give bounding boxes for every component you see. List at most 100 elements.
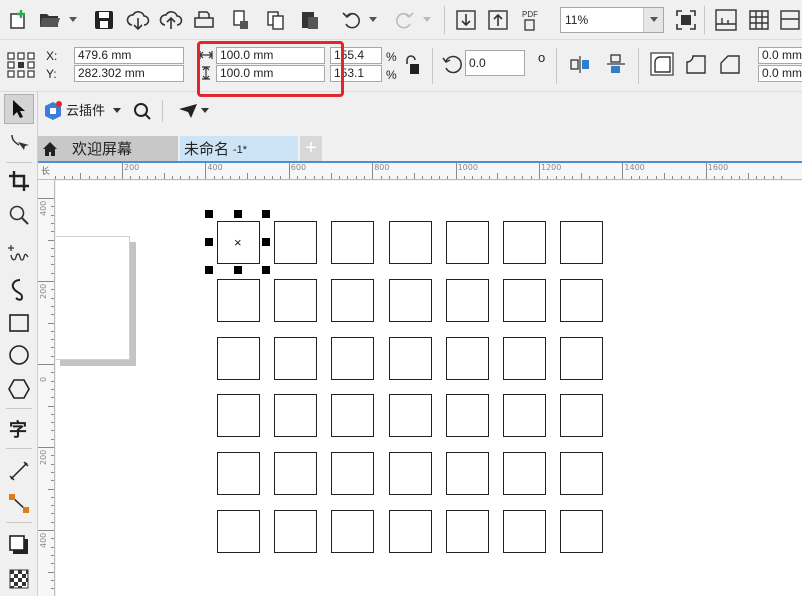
grid-square[interactable] <box>274 510 317 553</box>
resize-handle[interactable] <box>205 238 213 246</box>
ellipse-tool-icon[interactable] <box>4 340 34 370</box>
undo-icon[interactable] <box>338 6 366 34</box>
redo-icon[interactable] <box>390 6 418 34</box>
grid-square[interactable] <box>217 279 260 322</box>
chevron-down-icon[interactable] <box>422 6 432 34</box>
import-arrow-icon[interactable] <box>452 6 480 34</box>
chevron-down-icon[interactable] <box>368 6 378 34</box>
paste-icon[interactable] <box>296 6 324 34</box>
resize-handle[interactable] <box>205 210 213 218</box>
freehand-tool-icon[interactable] <box>4 240 34 270</box>
grid-square[interactable] <box>217 394 260 437</box>
cloud-plugin-label[interactable]: 云插件 <box>66 103 105 119</box>
grid-square[interactable] <box>389 221 432 264</box>
print-icon[interactable] <box>190 6 218 34</box>
resize-handle[interactable] <box>262 210 270 218</box>
grid-square[interactable] <box>331 394 374 437</box>
rulers-icon[interactable] <box>712 6 740 34</box>
grid-square[interactable] <box>446 452 489 495</box>
grid-square[interactable] <box>274 221 317 264</box>
send-icon[interactable] <box>174 97 202 125</box>
resize-handle[interactable] <box>262 266 270 274</box>
save-icon[interactable] <box>90 6 118 34</box>
grid-square[interactable] <box>389 279 432 322</box>
fullscreen-icon[interactable] <box>672 6 700 34</box>
vertical-ruler[interactable]: 400 200 0 200 400 <box>38 180 55 596</box>
grid-square[interactable] <box>503 452 546 495</box>
grid-square[interactable] <box>560 221 603 264</box>
grid-square[interactable] <box>560 279 603 322</box>
grid-square[interactable] <box>274 452 317 495</box>
export-arrow-icon[interactable] <box>484 6 512 34</box>
object-origin-icon[interactable] <box>6 50 36 80</box>
grid-square[interactable] <box>274 337 317 380</box>
shape-tool-icon[interactable] <box>4 128 34 158</box>
grid-square[interactable] <box>217 452 260 495</box>
selection-center-marker[interactable]: × <box>234 236 242 249</box>
grid-square[interactable] <box>331 452 374 495</box>
grid-square[interactable] <box>389 452 432 495</box>
grid-square[interactable] <box>331 337 374 380</box>
resize-handle[interactable] <box>262 238 270 246</box>
round-corner-icon[interactable] <box>648 50 676 78</box>
horizontal-ruler[interactable]: 长 200 400 600 800 1000 1200 1400 1600 <box>38 163 802 180</box>
add-tab-button[interactable]: + <box>300 136 322 161</box>
cloud-download-icon[interactable] <box>124 6 152 34</box>
grid-square[interactable] <box>389 337 432 380</box>
grid-square[interactable] <box>331 279 374 322</box>
grid-square[interactable] <box>446 510 489 553</box>
zoom-level-select[interactable]: 11% <box>560 7 664 33</box>
search-icon[interactable] <box>128 97 156 125</box>
grid-icon[interactable] <box>745 6 773 34</box>
grid-square[interactable] <box>503 337 546 380</box>
crop-tool-icon[interactable] <box>4 166 34 196</box>
grid-square[interactable] <box>389 510 432 553</box>
pick-tool-icon[interactable] <box>4 94 34 124</box>
resize-handle[interactable] <box>205 266 213 274</box>
chevron-down-icon[interactable] <box>68 6 78 34</box>
artistic-media-tool-icon[interactable] <box>4 274 34 304</box>
grid-square[interactable] <box>446 221 489 264</box>
transparency-tool-icon[interactable] <box>4 564 34 594</box>
ruler-origin-mark[interactable]: 长 <box>41 164 50 177</box>
grid-square[interactable] <box>503 221 546 264</box>
pdf-icon[interactable]: PDF <box>518 6 546 34</box>
grid-square[interactable] <box>331 510 374 553</box>
cloud-upload-icon[interactable] <box>157 6 185 34</box>
tab-welcome-screen[interactable]: 欢迎屏幕 <box>38 136 178 161</box>
copy-icon[interactable] <box>262 6 290 34</box>
polygon-tool-icon[interactable] <box>4 374 34 404</box>
grid-square[interactable] <box>217 337 260 380</box>
mirror-vertical-icon[interactable] <box>602 50 630 78</box>
x-position-field[interactable]: 479.6 mm <box>74 47 184 64</box>
grid-square[interactable] <box>331 221 374 264</box>
mirror-horizontal-icon[interactable] <box>566 50 594 78</box>
grid-square[interactable] <box>503 394 546 437</box>
zoom-tool-icon[interactable] <box>4 200 34 230</box>
grid-square[interactable] <box>446 279 489 322</box>
grid-square[interactable] <box>560 510 603 553</box>
grid-square[interactable] <box>274 279 317 322</box>
chamfer-corner-icon[interactable] <box>716 50 744 78</box>
grid-square[interactable] <box>560 452 603 495</box>
grid-square[interactable] <box>503 279 546 322</box>
new-document-icon[interactable] <box>4 6 32 34</box>
chevron-down-icon[interactable] <box>112 97 122 125</box>
grid-square[interactable] <box>560 337 603 380</box>
grid-square[interactable] <box>446 337 489 380</box>
cloud-plugin-logo-icon[interactable] <box>42 97 64 125</box>
tab-untitled-document[interactable]: 未命名 -1* <box>180 136 298 161</box>
dimension-tool-icon[interactable] <box>4 456 34 486</box>
y-position-field[interactable]: 282.302 mm <box>74 65 184 82</box>
corner-radius-field[interactable]: 0.0 mm <box>758 65 802 82</box>
connector-tool-icon[interactable] <box>4 488 34 518</box>
grid-square[interactable] <box>560 394 603 437</box>
grid-square[interactable] <box>274 394 317 437</box>
text-tool-icon[interactable]: 字 <box>4 414 34 444</box>
grid-square[interactable] <box>446 394 489 437</box>
open-folder-icon[interactable] <box>36 6 64 34</box>
scallop-corner-icon[interactable] <box>682 50 710 78</box>
rotation-field[interactable]: 0.0 <box>465 50 525 76</box>
resize-handle[interactable] <box>234 210 242 218</box>
lock-ratio-icon[interactable] <box>400 52 424 78</box>
